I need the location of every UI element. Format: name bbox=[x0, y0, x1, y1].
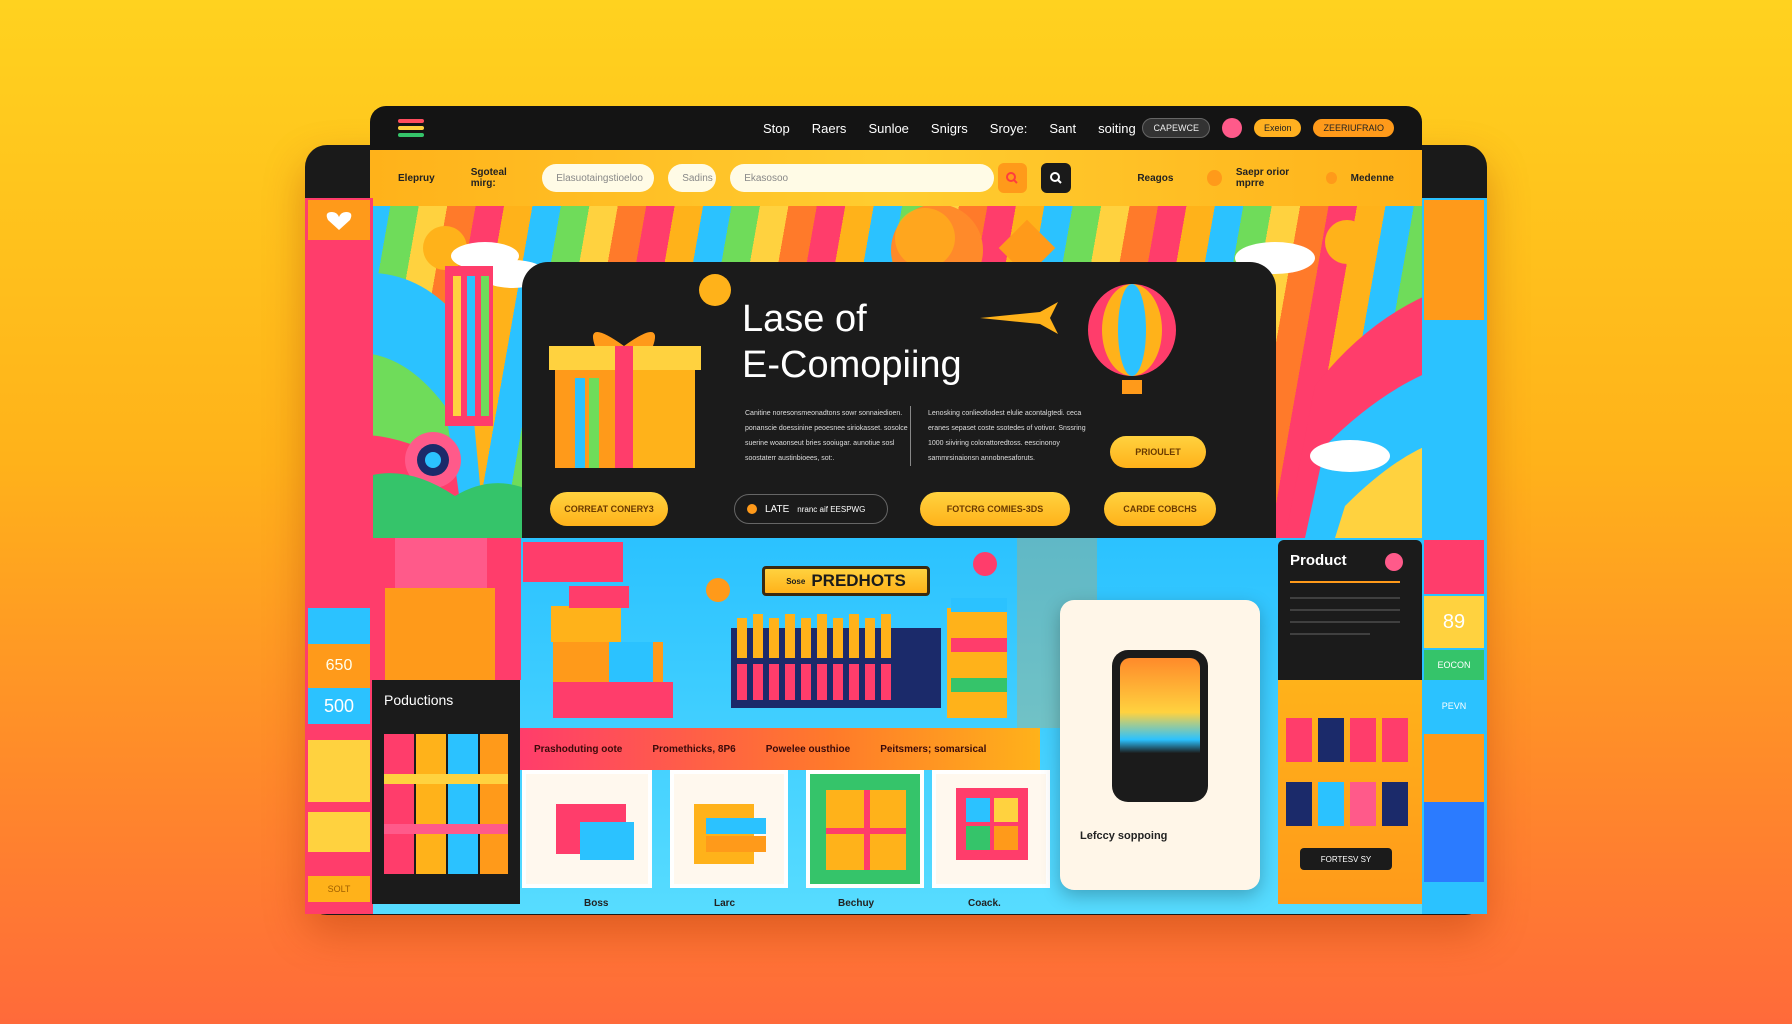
right-tile-number[interactable]: 89 bbox=[1424, 596, 1484, 648]
product-card-image bbox=[956, 788, 1028, 860]
phone-screen bbox=[1120, 658, 1200, 794]
product-lines bbox=[1290, 581, 1400, 635]
nav-link[interactable]: Raers bbox=[812, 121, 847, 136]
left-tile-number2[interactable]: 500 bbox=[308, 688, 370, 724]
hero-paragraph-right: Lenosking conlieotlodest elulie acontalg… bbox=[928, 410, 1086, 462]
product-card[interactable] bbox=[522, 770, 652, 888]
search-bar: Elepruy Sgoteal mirg: Elasuotaingstioelo… bbox=[370, 150, 1422, 206]
nav-actions: CAPEWCE Exeion ZEERIUFRAIO bbox=[1142, 118, 1394, 138]
search-icon[interactable] bbox=[1040, 163, 1072, 193]
product-card-image bbox=[694, 804, 766, 864]
feature-label[interactable]: Powelee ousthioe bbox=[766, 744, 850, 755]
left-small-label: SOLT bbox=[308, 876, 370, 902]
hero-title-line2: E-Comopiing bbox=[742, 344, 962, 386]
signin-button[interactable]: Exeion bbox=[1253, 119, 1302, 137]
product-thumbnails bbox=[1286, 718, 1408, 826]
right-tile[interactable] bbox=[1424, 540, 1484, 594]
card-label: Boss bbox=[584, 898, 609, 909]
product-badge-icon[interactable] bbox=[1384, 552, 1404, 572]
search-right-label2[interactable]: Saepr orior mprre bbox=[1236, 167, 1312, 189]
product-card-image bbox=[556, 804, 634, 860]
search-right-label1[interactable]: Reagos bbox=[1137, 173, 1173, 184]
heart-tile[interactable] bbox=[308, 200, 370, 240]
account-button[interactable]: CAPEWCE bbox=[1142, 118, 1210, 138]
products-banner: Sose PREDHOTS bbox=[762, 566, 930, 596]
profile-avatar-icon[interactable] bbox=[1221, 118, 1242, 138]
feature-label[interactable]: Promethicks, 8P6 bbox=[652, 744, 735, 755]
gift-box-icon bbox=[549, 332, 701, 468]
left-tile[interactable] bbox=[308, 812, 370, 852]
productions-grid bbox=[384, 734, 508, 874]
product-cta-button[interactable]: PRIOULET bbox=[1110, 436, 1206, 468]
right-tile bbox=[1424, 802, 1484, 882]
product-action-button[interactable]: FORTESV SY bbox=[1300, 848, 1392, 870]
card-label: Coack. bbox=[968, 898, 1001, 909]
hero-button-4[interactable]: CARDE COBCHS bbox=[1104, 492, 1216, 526]
hero-button-3[interactable]: FOTCRG COMIES-3DS bbox=[920, 492, 1070, 526]
feature-label[interactable]: Prashoduting oote bbox=[534, 744, 622, 755]
hero-dark-sub: nranc aif EESPWG bbox=[797, 504, 866, 514]
product-card[interactable] bbox=[806, 770, 924, 888]
nav-link[interactable]: Sant bbox=[1049, 121, 1076, 136]
nav-links: Stop Raers Sunloe Snigrs Sroye: Sant soi… bbox=[763, 121, 1136, 136]
status-dot-icon bbox=[1325, 172, 1337, 184]
hero-divider bbox=[910, 406, 911, 466]
hero-button-1[interactable]: CORREAT CONERY3 bbox=[550, 492, 668, 526]
banner-title: PREDHOTS bbox=[811, 571, 906, 590]
left-tile[interactable] bbox=[308, 608, 370, 644]
heart-icon bbox=[326, 212, 352, 230]
nav-link[interactable]: Sunloe bbox=[868, 121, 908, 136]
nav-link[interactable]: Stop bbox=[763, 121, 790, 136]
search-left-label: Elepruy bbox=[398, 172, 435, 184]
card-label: Bechuy bbox=[838, 898, 875, 909]
right-tile bbox=[1424, 734, 1484, 802]
product-card[interactable] bbox=[670, 770, 788, 888]
nav-link[interactable]: soiting bbox=[1098, 121, 1136, 136]
product-card-image bbox=[826, 790, 906, 870]
sun-icon bbox=[699, 274, 731, 306]
airplane-icon bbox=[980, 302, 1058, 334]
product-card[interactable] bbox=[932, 770, 1050, 888]
nav-link[interactable]: Sroye: bbox=[990, 121, 1028, 136]
phone-card-title: Lefccy soppoing bbox=[1080, 830, 1168, 842]
search-go-icon[interactable] bbox=[997, 163, 1027, 193]
register-button[interactable]: ZEERIUFRAIO bbox=[1313, 119, 1394, 137]
banner-small-text: Sose bbox=[786, 576, 806, 586]
status-dot-icon bbox=[1207, 170, 1222, 186]
card-label: Larc bbox=[714, 898, 736, 909]
category-field[interactable]: Sadins bbox=[668, 164, 717, 192]
right-tile-label[interactable]: EOCON bbox=[1424, 650, 1484, 680]
phone-icon bbox=[1112, 650, 1208, 802]
menu-icon[interactable] bbox=[398, 119, 428, 137]
hero-dark-button[interactable]: LATE nranc aif EESPWG bbox=[734, 494, 888, 524]
search-left-label2: Sgoteal mirg: bbox=[470, 167, 507, 189]
left-tile[interactable] bbox=[308, 740, 370, 802]
feature-label[interactable]: Peitsmers; somarsical bbox=[880, 744, 986, 755]
right-tile-label2[interactable]: PEVN bbox=[1424, 684, 1484, 728]
dot-icon bbox=[747, 504, 757, 514]
right-tile bbox=[1424, 200, 1484, 320]
left-side-column bbox=[305, 198, 373, 914]
search-input[interactable]: Ekasosoo bbox=[730, 164, 994, 192]
productions-title: Poductions bbox=[384, 692, 454, 708]
nav-link[interactable]: Snigrs bbox=[931, 121, 968, 136]
hero-dark-label: LATE bbox=[765, 503, 790, 515]
hero-paragraph-left: Canitine noresonsmeonadtons sowr sonnaie… bbox=[745, 410, 908, 462]
search-right-label3[interactable]: Medenne bbox=[1351, 173, 1394, 184]
hot-air-balloon-icon bbox=[1088, 284, 1176, 394]
feature-row: Prashoduting oote Promethicks, 8P6 Powel… bbox=[520, 728, 1040, 770]
top-navigation: Stop Raers Sunloe Snigrs Sroye: Sant soi… bbox=[370, 106, 1422, 150]
left-tile-number[interactable]: 650 bbox=[308, 644, 370, 688]
filter-field[interactable]: Elasuotaingstioeloo bbox=[542, 164, 655, 192]
product-title: Product bbox=[1290, 552, 1347, 569]
